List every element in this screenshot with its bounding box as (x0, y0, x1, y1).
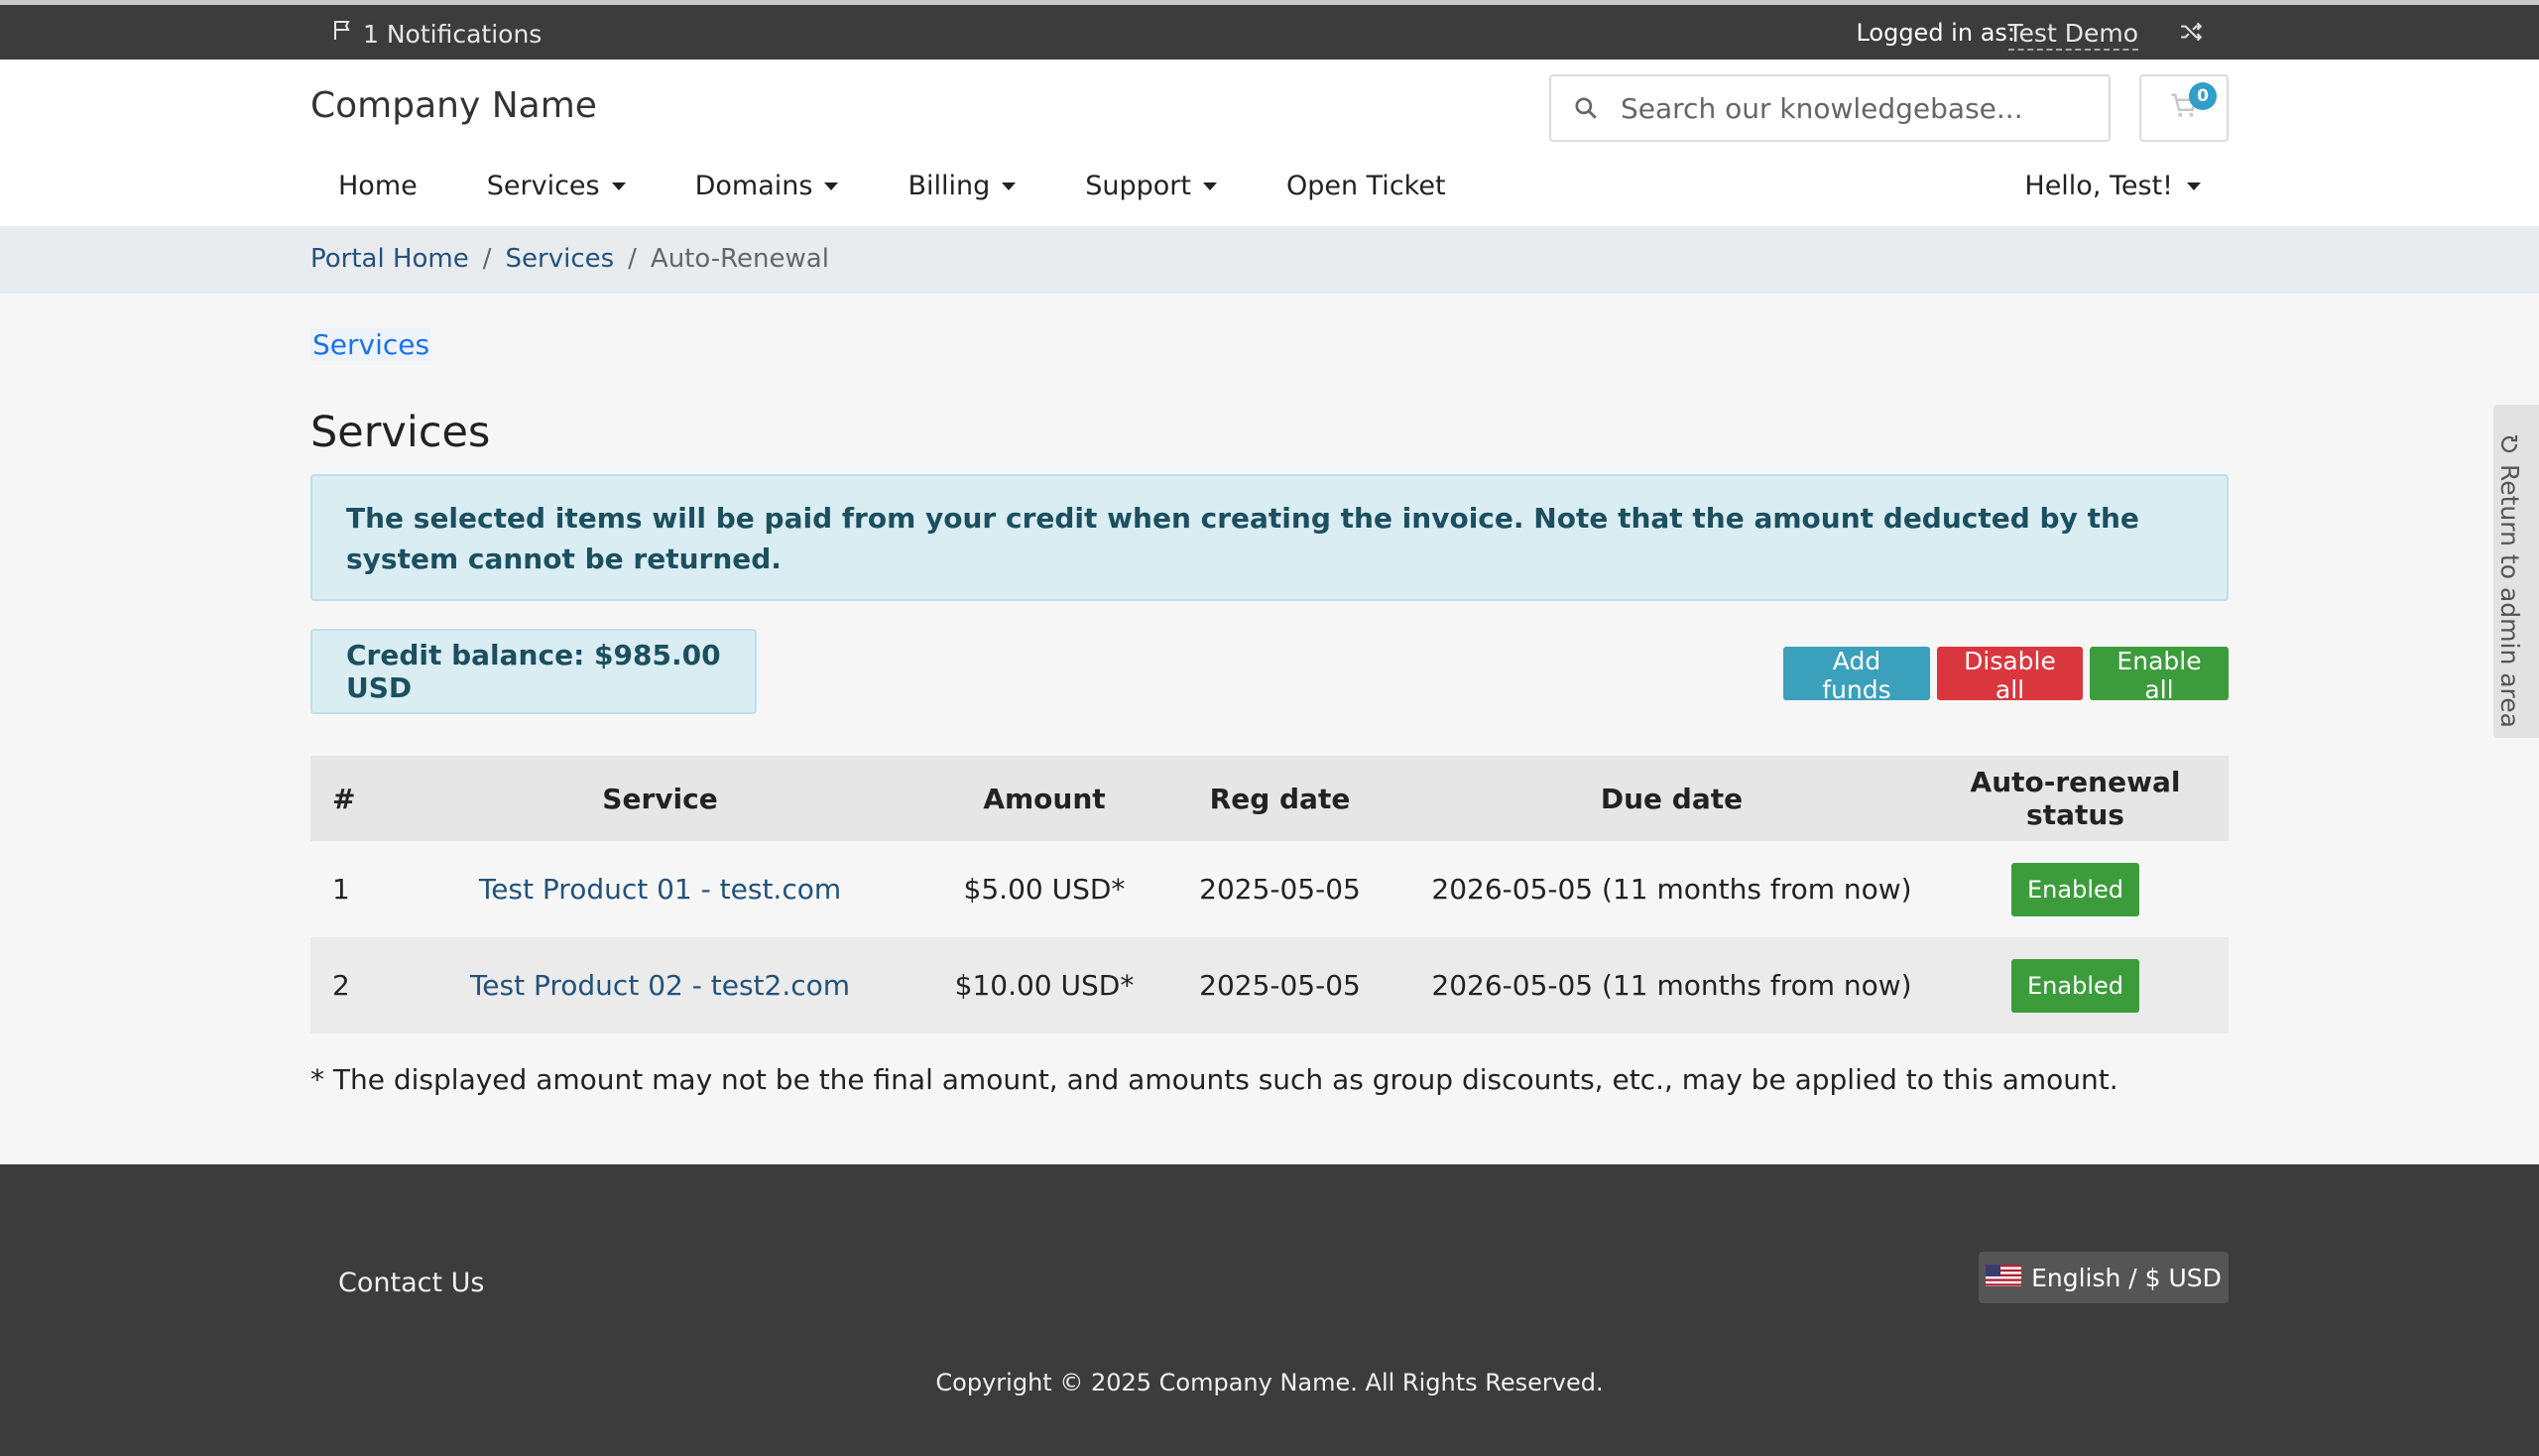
main-nav: Home Services Domains Billing Support Op… (310, 171, 1488, 201)
return-to-admin-label: Return to admin area (2495, 464, 2524, 728)
nav-billing[interactable]: Billing (880, 171, 1017, 201)
notifications-link[interactable]: 1 Notifications (331, 19, 542, 49)
top-bar: 1 Notifications Logged in as: Test Demo (0, 0, 2539, 60)
contact-us-link[interactable]: Contact Us (338, 1268, 484, 1298)
breadcrumb-portal-home[interactable]: Portal Home (310, 244, 469, 274)
user-menu[interactable]: Hello, Test! (2024, 171, 2201, 201)
column-header-auto-renewal-status: Auto-renewal status (1970, 766, 2181, 831)
column-header-reg-date: Reg date (1209, 782, 1351, 815)
search-icon (1551, 95, 1621, 121)
nav-domains-label: Domains (694, 171, 813, 201)
auto-renewal-status-toggle[interactable]: Enabled (2011, 958, 2139, 1013)
row-number: 1 (332, 873, 350, 906)
column-header-service: Service (602, 782, 718, 815)
search-input[interactable] (1621, 91, 2087, 125)
caret-down-icon (1202, 182, 1217, 190)
nav-home[interactable]: Home (310, 171, 418, 201)
caret-down-icon (1002, 182, 1017, 190)
copyright-text: Copyright © 2025 Company Name. All Right… (935, 1369, 1604, 1396)
enable-all-button[interactable]: Enable all (2090, 647, 2229, 704)
nav-support-label: Support (1085, 171, 1191, 201)
nav-services-label: Services (486, 171, 600, 201)
add-funds-button[interactable]: Add funds (1783, 647, 1930, 704)
caret-down-icon (611, 182, 626, 190)
amount-cell: $5.00 USD* (963, 873, 1126, 906)
due-date-cell: 2026-05-05 (11 months from now) (1431, 969, 1912, 1002)
brand-logo-text[interactable]: Company Name (310, 85, 597, 126)
amount-cell: $10.00 USD* (954, 969, 1135, 1002)
nav-home-label: Home (338, 171, 418, 201)
logged-in-user-link[interactable]: Test Demo (2007, 19, 2138, 51)
header: Company Name 0 Home Services Domains Bil… (0, 60, 2539, 226)
service-link[interactable]: Test Product 01 - test.com (479, 873, 841, 906)
shuffle-icon[interactable] (2178, 19, 2204, 51)
table-row: 1 Test Product 01 - test.com $5.00 USD* … (310, 841, 2229, 937)
language-currency-label: English / $ USD (2031, 1263, 2222, 1292)
cart-button[interactable]: 0 (2139, 74, 2229, 142)
page-title: Services (310, 408, 491, 457)
auto-renewal-status-toggle[interactable]: Enabled (2011, 862, 2139, 916)
nav-open-ticket[interactable]: Open Ticket (1259, 171, 1446, 201)
table-row: 2 Test Product 02 - test2.com $10.00 USD… (310, 937, 2229, 1033)
language-currency-button[interactable]: English / $ USD (1979, 1252, 2229, 1303)
nav-services[interactable]: Services (459, 171, 626, 201)
refresh-icon (2495, 432, 2524, 456)
breadcrumb-current: Auto-Renewal (650, 244, 829, 274)
nav-billing-label: Billing (907, 171, 991, 201)
services-table: # Service Amount Reg date Due date Auto-… (310, 756, 2229, 1033)
table-header-row: # Service Amount Reg date Due date Auto-… (310, 756, 2229, 841)
due-date-cell: 2026-05-05 (11 months from now) (1431, 873, 1912, 906)
breadcrumb-separator: / (628, 244, 637, 274)
row-number: 2 (332, 969, 350, 1002)
flag-icon (331, 19, 355, 49)
notifications-label: 1 Notifications (363, 19, 543, 49)
footer: Contact Us English / $ USD Copyright © 2… (0, 1164, 2539, 1456)
reg-date-cell: 2025-05-05 (1199, 969, 1361, 1002)
column-header-number: # (332, 782, 356, 815)
column-header-amount: Amount (983, 782, 1106, 815)
credit-balance: Credit balance: $985.00 USD (310, 629, 757, 714)
logged-in-label: Logged in as: (1856, 19, 2015, 47)
amount-footnote: * The displayed amount may not be the fi… (310, 1063, 2118, 1096)
user-menu-label: Hello, Test! (2024, 171, 2173, 201)
us-flag-icon (1986, 1264, 2022, 1292)
nav-support[interactable]: Support (1057, 171, 1217, 201)
breadcrumb: Portal Home / Services / Auto-Renewal (310, 244, 829, 274)
nav-domains[interactable]: Domains (667, 171, 839, 201)
cart-count-badge: 0 (2189, 82, 2217, 110)
reg-date-cell: 2025-05-05 (1199, 873, 1361, 906)
service-link[interactable]: Test Product 02 - test2.com (470, 969, 850, 1002)
services-sub-link[interactable]: Services (310, 328, 432, 361)
breadcrumb-services[interactable]: Services (506, 244, 615, 274)
column-header-due-date: Due date (1600, 782, 1744, 815)
caret-down-icon (2187, 182, 2201, 190)
search-box[interactable] (1549, 74, 2111, 142)
action-buttons: Add funds Disable all Enable all (1783, 647, 2229, 704)
disable-all-button[interactable]: Disable all (1937, 647, 2083, 704)
nav-open-ticket-label: Open Ticket (1285, 171, 1446, 201)
caret-down-icon (824, 182, 839, 190)
info-alert: The selected items will be paid from you… (310, 474, 2229, 601)
breadcrumb-separator: / (482, 244, 492, 274)
breadcrumb-bar: Portal Home / Services / Auto-Renewal (0, 226, 2539, 294)
return-to-admin-tab[interactable]: Return to admin area (2493, 405, 2539, 738)
